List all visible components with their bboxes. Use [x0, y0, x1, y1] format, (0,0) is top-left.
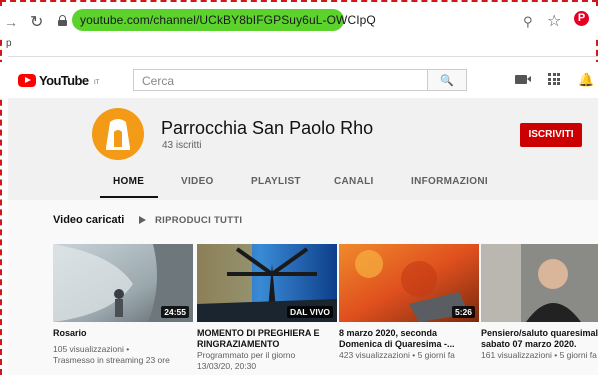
country-code: IT: [94, 80, 100, 86]
video-thumbnail[interactable]: DAL VIVO: [197, 244, 337, 322]
youtube-play-icon: [18, 74, 36, 87]
video-meta: Trasmesso in streaming 23 ore: [53, 355, 170, 365]
section-title: Video caricati: [53, 214, 125, 226]
search-placeholder: Cerca: [142, 74, 175, 88]
create-video-icon[interactable]: [515, 75, 531, 84]
video-meta: 161 visualizzazioni • 5 giorni fa: [481, 350, 597, 360]
search-button[interactable]: 🔍: [427, 69, 467, 91]
youtube-masthead: YouTube IT Cerca 🔍 🔔: [0, 62, 598, 98]
youtube-wordmark: YouTube: [39, 73, 89, 88]
bookmarks-bar: p: [0, 38, 598, 54]
subscribe-button[interactable]: ISCRIVITI: [520, 123, 582, 147]
video-title[interactable]: 8 marzo 2020, seconda Domenica di Quares…: [339, 328, 479, 350]
video-thumbnail[interactable]: [481, 244, 598, 322]
apps-grid-icon[interactable]: [548, 73, 560, 85]
video-card[interactable]: 5:26 8 marzo 2020, seconda Domenica di Q…: [339, 244, 479, 375]
frame-border-top: [0, 0, 598, 4]
youtube-logo[interactable]: YouTube IT: [18, 73, 99, 89]
video-card[interactable]: 24:55 Rosario 105 visualizzazioni • Tras…: [53, 244, 193, 375]
duration-badge: 5:26: [451, 306, 475, 318]
church-logo-icon: [106, 119, 130, 150]
channel-content: Video caricati RIPRODUCI TUTTI 24:55 Ros…: [8, 200, 598, 375]
toolbar-divider: [8, 56, 598, 57]
pinterest-extension-icon[interactable]: P: [574, 11, 589, 26]
tab-informazioni[interactable]: INFORMAZIONI: [411, 176, 488, 187]
lock-icon[interactable]: [58, 15, 67, 26]
video-thumbnail[interactable]: 24:55: [53, 244, 193, 322]
active-tab-indicator: [100, 196, 158, 198]
play-all-button[interactable]: RIPRODUCI TUTTI: [155, 215, 242, 226]
bookmark-star-icon[interactable]: ☆: [547, 11, 561, 31]
zoom-icon[interactable]: ⚲: [523, 14, 533, 30]
channel-title: Parrocchia San Paolo Rho: [161, 118, 374, 138]
channel-header: Parrocchia San Paolo Rho 43 iscritti ISC…: [8, 98, 598, 200]
frame-border-left: [0, 0, 3, 375]
video-title[interactable]: MOMENTO DI PREGHIERA E RINGRAZIAMENTO: [197, 328, 337, 350]
tab-video[interactable]: VIDEO: [181, 176, 214, 187]
video-meta: Programmato per il giorno: [197, 350, 296, 360]
search-icon: 🔍: [440, 75, 454, 87]
video-meta: 13/03/20, 20:30: [197, 361, 257, 371]
channel-avatar[interactable]: [92, 108, 144, 160]
live-badge: DAL VIVO: [287, 306, 333, 318]
video-title[interactable]: Pensiero/saluto quaresimale di sabato 07…: [481, 328, 598, 350]
tab-home[interactable]: HOME: [113, 176, 144, 187]
channel-tabs: HOME VIDEO PLAYLIST CANALI INFORMAZIONI: [8, 170, 598, 200]
play-icon[interactable]: [139, 216, 146, 224]
video-thumbnail[interactable]: 5:26: [339, 244, 479, 322]
video-title[interactable]: Rosario: [53, 328, 193, 339]
video-meta: 105 visualizzazioni •: [53, 344, 130, 354]
notifications-bell-icon[interactable]: 🔔: [578, 72, 594, 88]
forward-icon[interactable]: →: [4, 14, 18, 30]
address-bar[interactable]: youtube.com/channel/UCkBY8bIFGPSuy6uL-OW…: [80, 13, 376, 27]
bookmark-item[interactable]: p: [6, 38, 12, 49]
browser-toolbar: → ↻ youtube.com/channel/UCkBY8bIFGPSuy6u…: [0, 6, 598, 38]
reload-icon[interactable]: ↻: [30, 12, 43, 32]
subscriber-count: 43 iscritti: [162, 140, 202, 151]
tab-canali[interactable]: CANALI: [334, 176, 374, 187]
video-card[interactable]: DAL VIVO MOMENTO DI PREGHIERA E RINGRAZI…: [197, 244, 337, 375]
duration-badge: 24:55: [161, 306, 189, 318]
video-card[interactable]: Pensiero/saluto quaresimale di sabato 07…: [481, 244, 598, 375]
tab-playlist[interactable]: PLAYLIST: [251, 176, 301, 187]
video-meta: 423 visualizzazioni • 5 giorni fa: [339, 350, 455, 360]
search-input[interactable]: Cerca: [133, 69, 427, 91]
